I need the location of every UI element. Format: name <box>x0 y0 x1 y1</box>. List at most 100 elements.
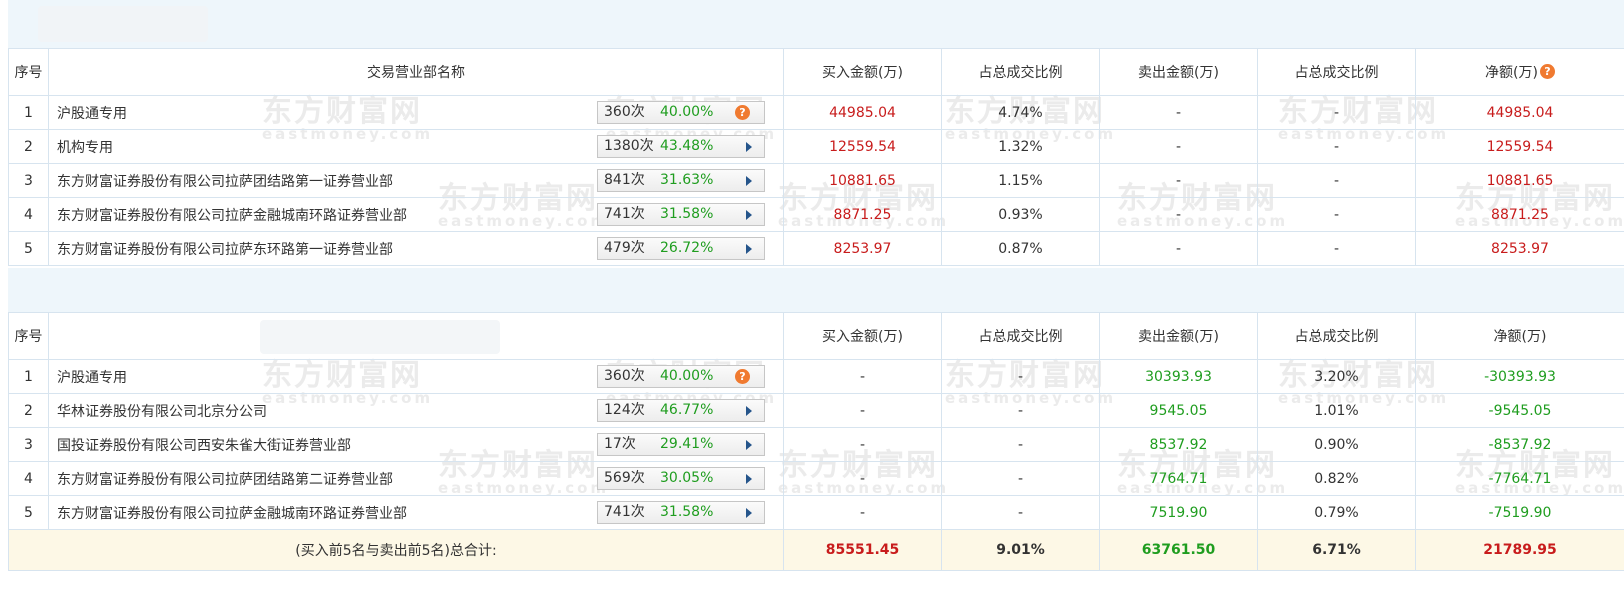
buy-amount: 8871.25 <box>783 197 942 232</box>
net-amount: -7519.90 <box>1415 495 1624 530</box>
buy-ratio: 0.93% <box>941 197 1100 232</box>
sell-amount: 7519.90 <box>1099 495 1258 530</box>
branch-stats-button[interactable]: 479次 26.72% <box>597 237 765 260</box>
sell-amount: 7764.71 <box>1099 461 1258 496</box>
buy-ratio: 1.32% <box>941 129 1100 164</box>
win-rate: 31.58% <box>660 206 714 222</box>
branch-name[interactable]: 机构专用 <box>57 137 113 157</box>
help-icon[interactable]: ? <box>1539 64 1555 79</box>
branch-stats-button[interactable]: 17次 29.41% <box>597 433 765 456</box>
branch-stats-button[interactable]: 360次 40.00%? <box>597 101 765 124</box>
table-row: 3 国投证券股份有限公司西安朱雀大街证券营业部 17次 29.41% - -8537.92… <box>8 427 1624 462</box>
row-no: 5 <box>8 495 49 530</box>
net-amount: 44985.04 <box>1415 95 1624 130</box>
branch-stats-button[interactable]: 741次 31.58% <box>597 203 765 226</box>
table-row: 3 东方财富证券股份有限公司拉萨团结路第一证券营业部 841次 31.63% 10881… <box>8 163 1624 198</box>
col-header-branch: 交易营业部名称 <box>48 48 784 96</box>
question-icon[interactable]: ? <box>735 369 750 384</box>
col-header-buy-amount: 买入金额(万) <box>783 48 942 96</box>
net-amount: 10881.65 <box>1415 163 1624 198</box>
row-no: 5 <box>8 231 49 266</box>
win-rate: 29.41% <box>660 436 714 452</box>
branch-stats-button[interactable]: 360次 40.00%? <box>597 365 765 388</box>
buy-ratio: - <box>941 393 1100 428</box>
arrow-right-icon[interactable] <box>746 406 752 416</box>
branch-cell: 沪股通专用 360次 40.00%? <box>48 95 784 130</box>
table-row: 5 东方财富证券股份有限公司拉萨金融城南环路证券营业部 741次 31.58% - -75… <box>8 495 1624 530</box>
col-header-net: 净额(万) <box>1415 312 1624 360</box>
col-header-sell-ratio: 占总成交比例 <box>1257 48 1416 96</box>
total-sell: 63761.50 <box>1099 529 1258 571</box>
buy-amount: 10881.65 <box>783 163 942 198</box>
row-no: 1 <box>8 95 49 130</box>
listing-count: 124次 <box>604 402 645 418</box>
total-sell-ratio: 6.71% <box>1257 529 1416 571</box>
arrow-right-icon[interactable] <box>746 508 752 518</box>
table-row: 1 沪股通专用 360次 40.00%? - -30393.93 3.20% -30393.9… <box>8 359 1624 394</box>
col-header-no: 序号 <box>8 312 49 360</box>
branch-name[interactable]: 国投证券股份有限公司西安朱雀大街证券营业部 <box>57 435 351 455</box>
table-row: 1 沪股通专用 360次 40.00%? 44985.04 4.74% - -44985.04 <box>8 95 1624 130</box>
branch-name[interactable]: 东方财富证券股份有限公司拉萨东环路第一证券营业部 <box>57 239 393 259</box>
net-amount: -8537.92 <box>1415 427 1624 462</box>
buy-ratio: - <box>941 461 1100 496</box>
listing-count: 479次 <box>604 240 645 256</box>
branch-name[interactable]: 东方财富证券股份有限公司拉萨团结路第一证券营业部 <box>57 171 393 191</box>
buy-amount: - <box>783 427 942 462</box>
sell-ratio: 0.82% <box>1257 461 1416 496</box>
listing-count: 360次 <box>604 104 645 120</box>
table-row: 4 东方财富证券股份有限公司拉萨金融城南环路证券营业部 741次 31.58% 8871… <box>8 197 1624 232</box>
buy-amount: - <box>783 393 942 428</box>
sell-amount: - <box>1099 197 1258 232</box>
col-header-net: 净额(万)? <box>1415 48 1624 96</box>
branch-stats-button[interactable]: 1380次 43.48% <box>597 135 765 158</box>
branch-name[interactable]: 沪股通专用 <box>57 103 127 123</box>
total-buy: 85551.45 <box>783 529 942 571</box>
branch-cell: 东方财富证券股份有限公司拉萨团结路第二证券营业部 569次 30.05% <box>48 461 784 496</box>
listing-count: 17次 <box>604 436 636 452</box>
arrow-right-icon[interactable] <box>746 474 752 484</box>
net-amount: -7764.71 <box>1415 461 1624 496</box>
arrow-right-icon[interactable] <box>746 176 752 186</box>
branch-name[interactable]: 东方财富证券股份有限公司拉萨金融城南环路证券营业部 <box>57 205 407 225</box>
branch-name[interactable]: 沪股通专用 <box>57 367 127 387</box>
branch-stats-button[interactable]: 741次 31.58% <box>597 501 765 524</box>
buy-ratio: 0.87% <box>941 231 1100 266</box>
win-rate: 31.63% <box>660 172 714 188</box>
arrow-right-icon[interactable] <box>746 142 752 152</box>
arrow-right-icon[interactable] <box>746 440 752 450</box>
listing-count: 360次 <box>604 368 645 384</box>
sell-amount: - <box>1099 163 1258 198</box>
win-rate: 31.58% <box>660 504 714 520</box>
question-icon[interactable]: ? <box>735 105 750 120</box>
sell-ratio: 1.01% <box>1257 393 1416 428</box>
net-amount: -30393.93 <box>1415 359 1624 394</box>
branch-name[interactable]: 东方财富证券股份有限公司拉萨金融城南环路证券营业部 <box>57 503 407 523</box>
arrow-right-icon[interactable] <box>746 244 752 254</box>
sell-amount: - <box>1099 231 1258 266</box>
arrow-right-icon[interactable] <box>746 210 752 220</box>
sell-ratio: 0.90% <box>1257 427 1416 462</box>
col-header-sell-amount: 卖出金额(万) <box>1099 48 1258 96</box>
win-rate: 40.00% <box>660 368 714 384</box>
sell-section-header-band <box>8 268 1624 312</box>
table-row: 2 机构专用 1380次 43.48% 12559.54 1.32% - -12559.54 <box>8 129 1624 164</box>
branch-stats-button[interactable]: 841次 31.63% <box>597 169 765 192</box>
table-row: 2 华林证券股份有限公司北京分公司 124次 46.77% - -9545.05 1.01%… <box>8 393 1624 428</box>
table-header-row: 序号 交易营业部名称 买入金额(万) 占总成交比例 卖出金额(万) 占总成交比例… <box>8 48 1624 96</box>
branch-stats-button[interactable]: 124次 46.77% <box>597 399 765 422</box>
win-rate: 26.72% <box>660 240 714 256</box>
buy-section-header-band <box>8 0 1624 48</box>
total-buy-ratio: 9.01% <box>941 529 1100 571</box>
col-header-sell-ratio: 占总成交比例 <box>1257 312 1416 360</box>
buy-amount: - <box>783 461 942 496</box>
blurred-title <box>38 6 208 42</box>
row-no: 2 <box>8 393 49 428</box>
branch-name[interactable]: 华林证券股份有限公司北京分公司 <box>57 401 267 421</box>
branch-stats-button[interactable]: 569次 30.05% <box>597 467 765 490</box>
listing-count: 741次 <box>604 504 645 520</box>
table-header-row: 序号 买入金额(万) 占总成交比例 卖出金额(万) 占总成交比例 净额(万) <box>8 312 1624 360</box>
row-no: 3 <box>8 427 49 462</box>
buy-ratio: - <box>941 427 1100 462</box>
branch-name[interactable]: 东方财富证券股份有限公司拉萨团结路第二证券营业部 <box>57 469 393 489</box>
